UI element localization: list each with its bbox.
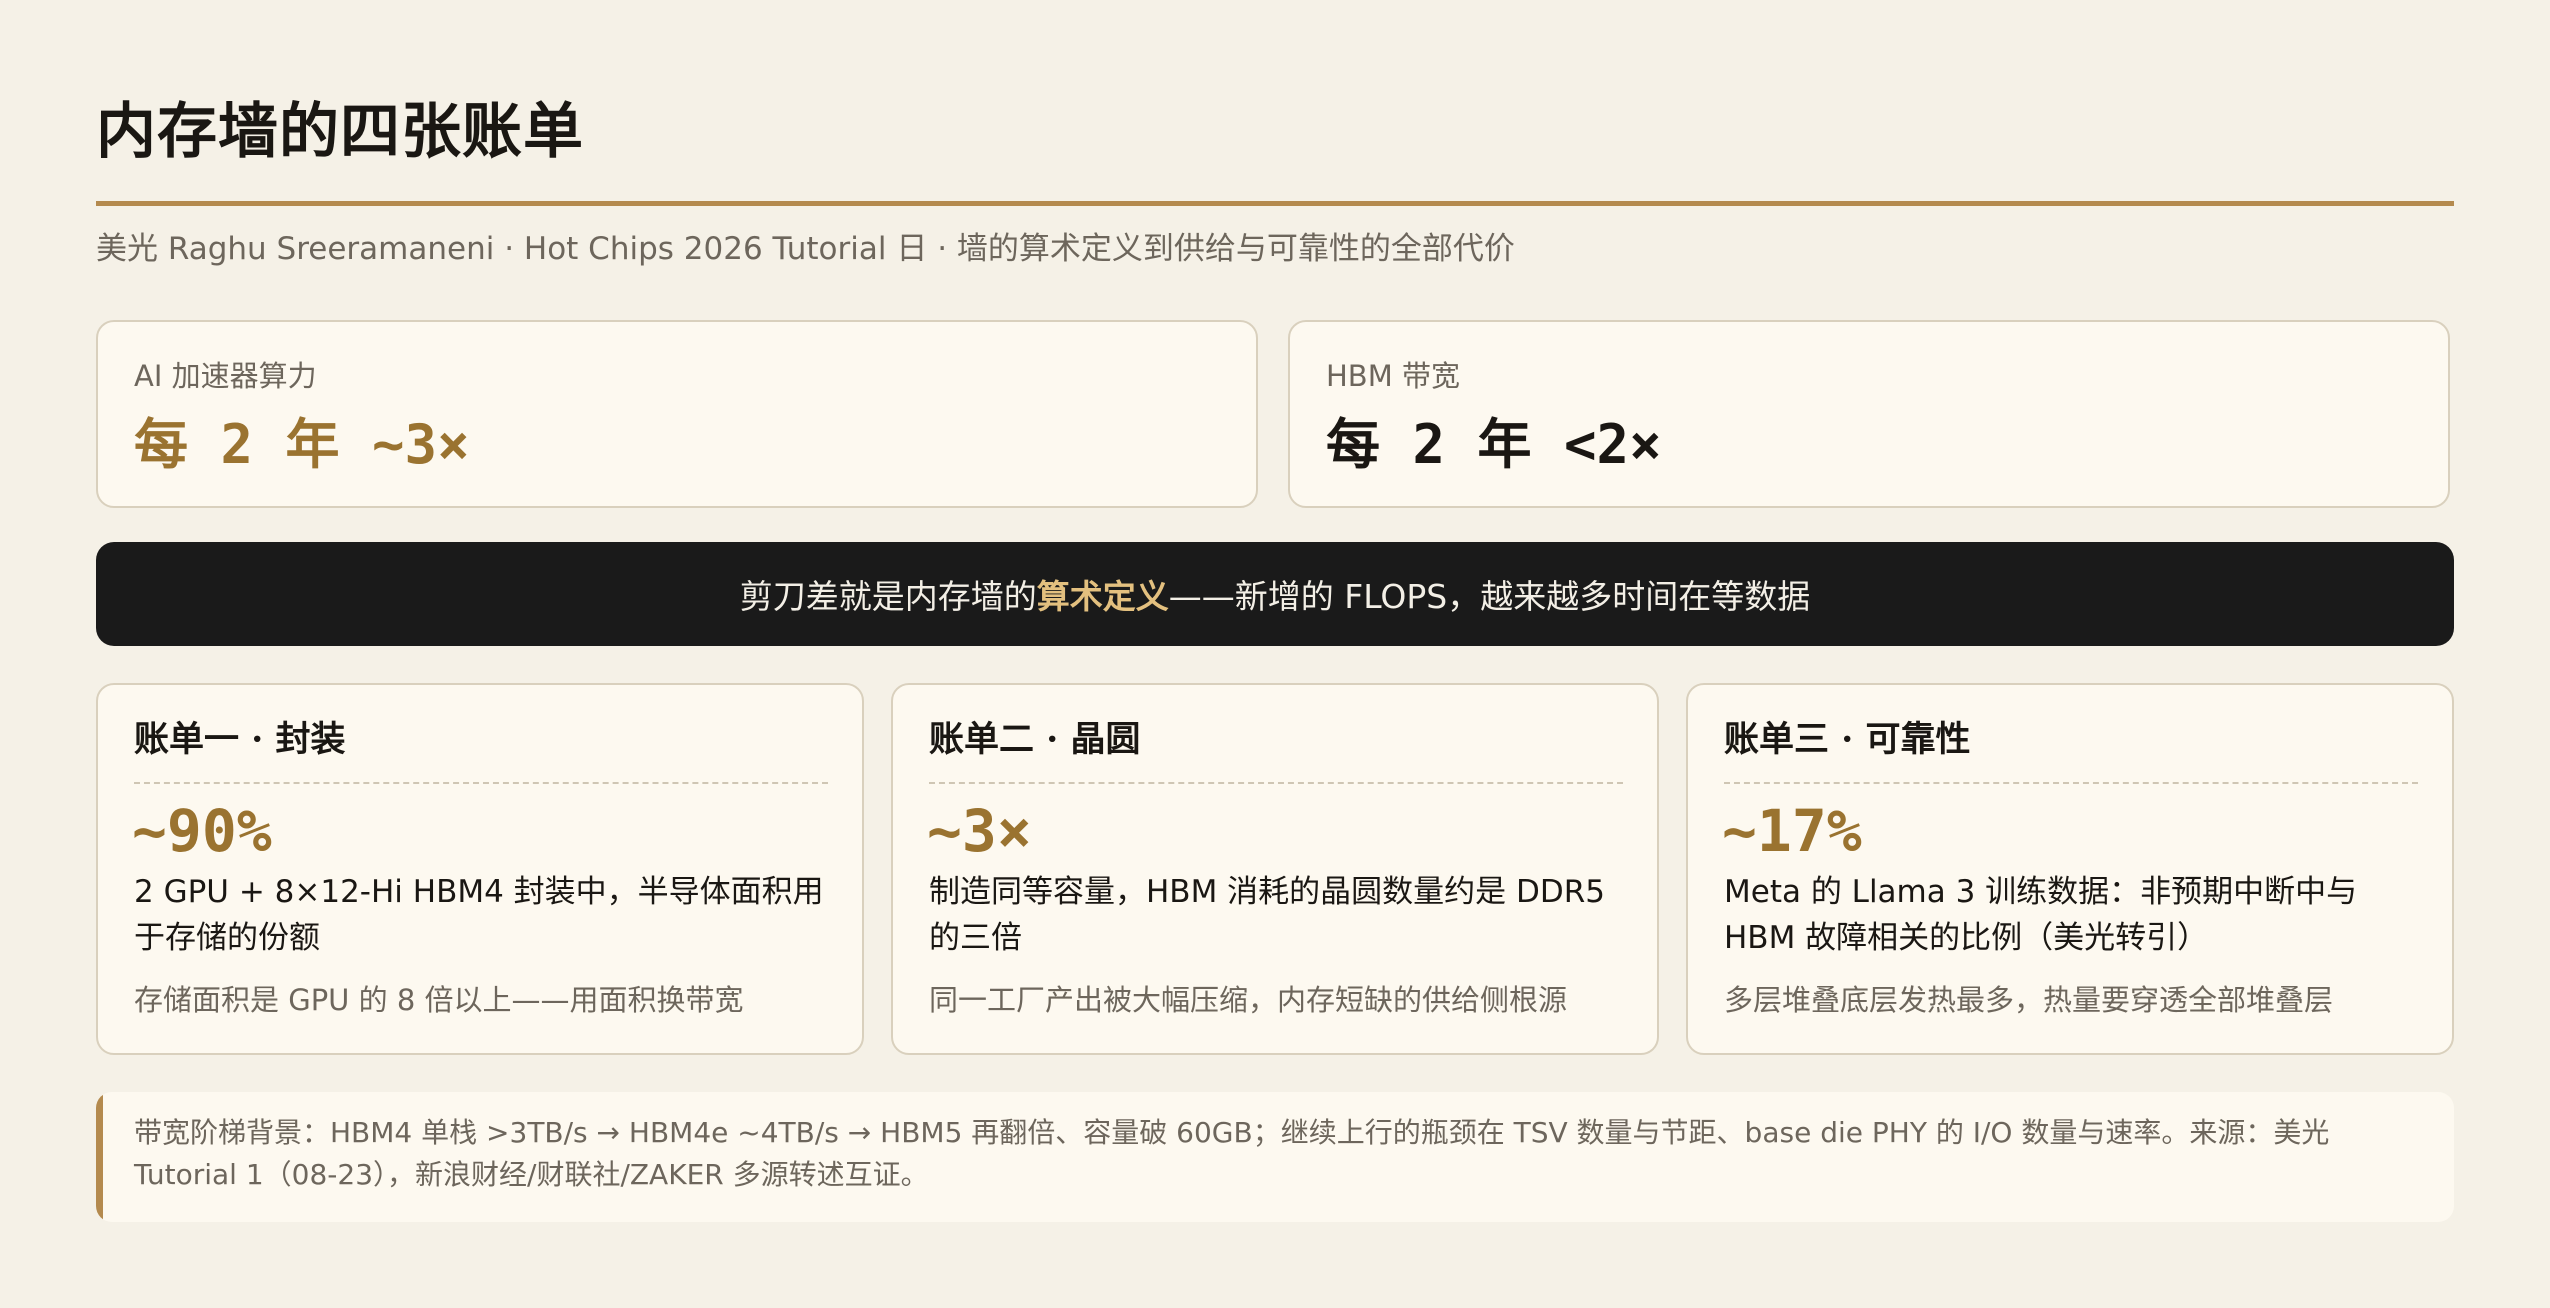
bill-divider: [134, 782, 828, 784]
bill-title: 账单一 · 封装: [134, 719, 346, 760]
stat-card-bandwidth: HBM 带宽 每 2 年 <2×: [1288, 320, 2450, 508]
bill-divider: [1724, 782, 2418, 784]
banner-highlight: 算术定义: [1036, 577, 1169, 616]
bill-description: 2 GPU + 8×12-Hi HBM4 封装中，半导体面积用于存储的份额: [134, 874, 824, 956]
page-title: 内存墙的四张账单: [96, 97, 584, 167]
bill-note: 存储面积是 GPU 的 8 倍以上——用面积换带宽: [134, 983, 744, 1017]
bill-number: ~3×: [927, 797, 1032, 865]
bill-note: 同一工厂产出被大幅压缩，内存短缺的供给侧根源: [929, 983, 1568, 1017]
footnote-text: 带宽阶梯背景：HBM4 单栈 >3TB/s → HBM4e ~4TB/s → H…: [134, 1116, 2330, 1191]
bill-description: Meta 的 Llama 3 训练数据：非预期中断中与 HBM 故障相关的比例（…: [1724, 874, 2358, 956]
bill-card-reliability: 账单三 · 可靠性 ~17% Meta 的 Llama 3 训练数据：非预期中断…: [1686, 683, 2454, 1055]
stat-card-compute: AI 加速器算力 每 2 年 ~3×: [96, 320, 1258, 508]
bill-card-wafer: 账单二 · 晶圆 ~3× 制造同等容量，HBM 消耗的晶圆数量约是 DDR5 的…: [891, 683, 1659, 1055]
bill-divider: [929, 782, 1623, 784]
bill-title: 账单二 · 晶圆: [929, 719, 1141, 760]
bill-note: 多层堆叠底层发热最多，热量要穿透全部堆叠层: [1724, 983, 2334, 1017]
title-divider: [96, 201, 2454, 206]
stat-value: 每 2 年 ~3×: [134, 413, 470, 476]
page-subtitle: 美光 Raghu Sreeramaneni · Hot Chips 2026 T…: [96, 231, 1515, 267]
key-insight-banner: 剪刀差就是内存墙的 算术定义 ——新增的 FLOPS，越来越多时间在等数据: [96, 542, 2454, 646]
banner-text-after: ——新增的 FLOPS，越来越多时间在等数据: [1168, 577, 1811, 616]
bill-title: 账单三 · 可靠性: [1724, 719, 1971, 760]
bill-description: 制造同等容量，HBM 消耗的晶圆数量约是 DDR5 的三倍: [929, 874, 1606, 956]
stat-label: AI 加速器算力: [134, 359, 317, 393]
stat-label: HBM 带宽: [1326, 359, 1460, 393]
bill-number: ~17%: [1722, 797, 1862, 865]
footnote-box: 带宽阶梯背景：HBM4 单栈 >3TB/s → HBM4e ~4TB/s → H…: [96, 1092, 2454, 1222]
stat-value: 每 2 年 <2×: [1326, 413, 1662, 476]
bill-number: ~90%: [132, 797, 272, 865]
bill-card-packaging: 账单一 · 封装 ~90% 2 GPU + 8×12-Hi HBM4 封装中，半…: [96, 683, 864, 1055]
banner-text-before: 剪刀差就是内存墙的: [739, 577, 1037, 616]
footnote-accent-bar: [96, 1092, 103, 1222]
